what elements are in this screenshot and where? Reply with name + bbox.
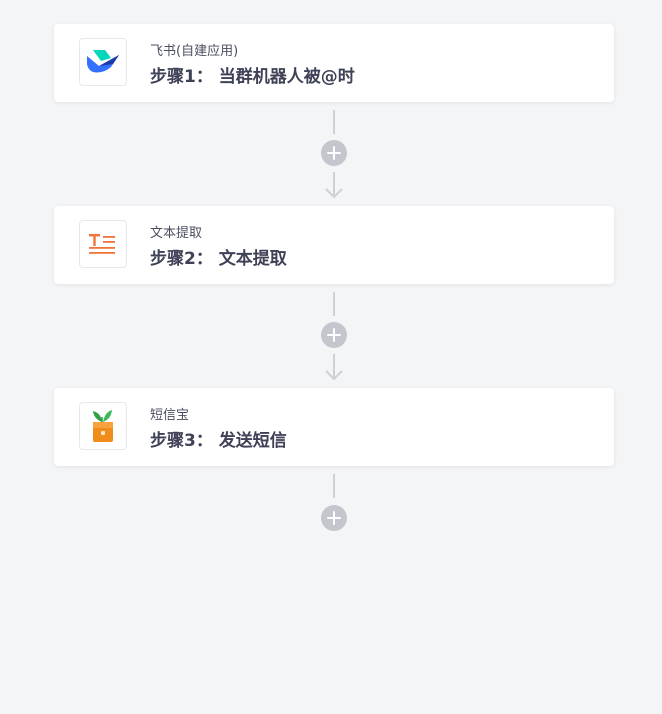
arrow-down-icon	[325, 354, 343, 381]
sms-bao-icon	[93, 410, 113, 442]
app-icon-box	[79, 38, 127, 86]
workflow-canvas: 飞书(自建应用) 步骤1： 当群机器人被@时 文本提取 步骤2： 文本提取 短信…	[0, 0, 662, 714]
connector-line	[333, 292, 335, 316]
step-app-name: 文本提取	[150, 226, 203, 241]
step-card-1[interactable]: 飞书(自建应用) 步骤1： 当群机器人被@时	[54, 24, 614, 102]
add-step-button[interactable]	[321, 505, 347, 531]
step-title: 步骤1： 当群机器人被@时	[150, 67, 355, 87]
connector-line	[333, 110, 335, 134]
add-step-button[interactable]	[321, 322, 347, 348]
connector-2	[316, 290, 352, 382]
step-card-3[interactable]: 短信宝 步骤3： 发送短信	[54, 388, 614, 466]
add-step-button[interactable]	[321, 140, 347, 166]
connector-line	[333, 474, 335, 498]
connector-3	[316, 472, 352, 534]
text-extract-icon	[89, 234, 115, 254]
feishu-logo-icon	[87, 50, 119, 73]
step-card-2[interactable]: 文本提取 步骤2： 文本提取	[54, 206, 614, 284]
app-icon-box	[79, 402, 127, 450]
step-app-name: 短信宝	[150, 408, 190, 423]
step-app-name: 飞书(自建应用)	[150, 44, 239, 59]
arrow-down-icon	[325, 172, 343, 199]
connector-1	[316, 108, 352, 200]
step-title: 步骤3： 发送短信	[150, 431, 287, 451]
app-icon-box	[79, 220, 127, 268]
step-title: 步骤2： 文本提取	[150, 249, 287, 269]
